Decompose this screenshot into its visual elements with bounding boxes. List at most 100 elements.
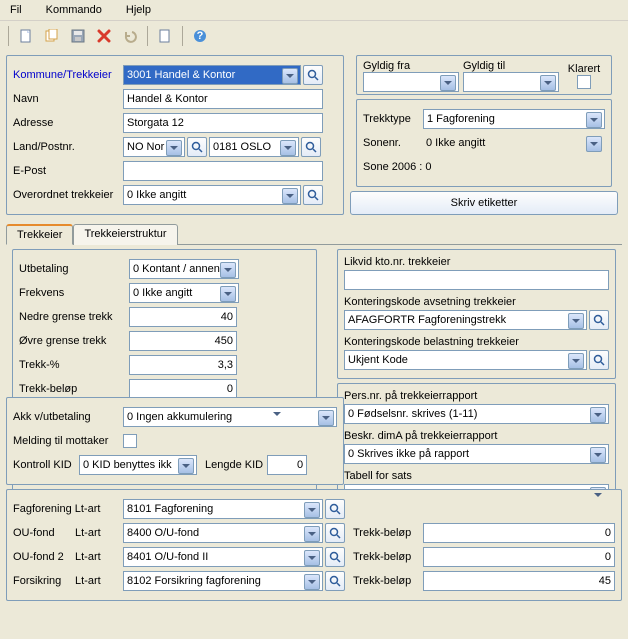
new-doc-icon[interactable] bbox=[15, 25, 37, 47]
gyldig-til-label: Gyldig til bbox=[463, 60, 559, 72]
trekk3-label: Trekk-beløp bbox=[353, 575, 423, 587]
lt-label: Lt-art bbox=[75, 551, 123, 563]
svg-text:?: ? bbox=[197, 30, 204, 42]
lengde-input[interactable] bbox=[267, 455, 307, 475]
search-icon[interactable] bbox=[325, 547, 345, 567]
sone-text: Sone 2006 : 0 bbox=[363, 161, 432, 173]
search-icon[interactable] bbox=[325, 571, 345, 591]
search-icon[interactable] bbox=[589, 310, 609, 330]
lengde-label: Lengde KID bbox=[205, 459, 263, 471]
search-icon[interactable] bbox=[303, 65, 323, 85]
menu-hjelp[interactable]: Hjelp bbox=[122, 2, 155, 18]
beskr-label: Beskr. dimA på trekkeierrapport bbox=[344, 430, 609, 442]
lt-label: Lt-art bbox=[75, 527, 123, 539]
trekktype-label: Trekktype bbox=[363, 113, 423, 125]
overordnet-select[interactable] bbox=[123, 185, 301, 205]
panel-gyldig: Gyldig fra Gyldig til Klarert bbox=[356, 55, 612, 95]
kommune-select[interactable] bbox=[123, 65, 301, 85]
gyldig-fra-input[interactable] bbox=[363, 72, 459, 92]
kont1-select[interactable] bbox=[344, 310, 587, 330]
lt-label: Lt-art bbox=[75, 575, 123, 587]
land-select[interactable] bbox=[123, 137, 185, 157]
akk-label: Akk v/utbetaling bbox=[13, 411, 123, 423]
klarert-label: Klarert bbox=[563, 63, 605, 75]
navn-input[interactable] bbox=[123, 89, 323, 109]
epost-label: E-Post bbox=[13, 165, 123, 177]
search-icon[interactable] bbox=[301, 137, 321, 157]
nedre-input[interactable] bbox=[129, 307, 237, 327]
adresse-input[interactable] bbox=[123, 113, 323, 133]
fors-select[interactable] bbox=[123, 571, 323, 591]
menu-fil[interactable]: Fil bbox=[6, 2, 26, 18]
ovre-label: Øvre grense trekk bbox=[19, 335, 129, 347]
adresse-label: Adresse bbox=[13, 117, 123, 129]
utbetaling-select[interactable] bbox=[129, 259, 239, 279]
search-icon[interactable] bbox=[325, 523, 345, 543]
search-icon[interactable] bbox=[187, 137, 207, 157]
kid-label: Kontroll KID bbox=[13, 459, 79, 471]
klarert-checkbox[interactable] bbox=[577, 75, 591, 89]
trekk1-input[interactable] bbox=[423, 523, 615, 543]
akk-select[interactable] bbox=[123, 407, 337, 427]
blank-doc-icon[interactable] bbox=[154, 25, 176, 47]
save-icon[interactable] bbox=[67, 25, 89, 47]
search-icon[interactable] bbox=[325, 499, 345, 519]
meld-label: Melding til mottaker bbox=[13, 435, 123, 447]
menu-kommando[interactable]: Kommando bbox=[42, 2, 106, 18]
panel-kommune: Kommune/Trekkeier Navn Adresse Land/Post… bbox=[6, 55, 344, 215]
separator bbox=[182, 26, 183, 46]
menubar: Fil Kommando Hjelp bbox=[0, 0, 628, 21]
separator bbox=[8, 26, 9, 46]
meld-checkbox[interactable] bbox=[123, 434, 137, 448]
panel-likvid: Likvid kto.nr. trekkeier Konteringskode … bbox=[337, 249, 616, 379]
postnr-select[interactable] bbox=[209, 137, 299, 157]
sonenr-label: Sonenr. bbox=[363, 137, 423, 149]
trekkp-input[interactable] bbox=[129, 355, 237, 375]
tab-trekkeierstruktur[interactable]: Trekkeierstruktur bbox=[73, 224, 177, 245]
trekkb-input[interactable] bbox=[129, 379, 237, 399]
separator bbox=[147, 26, 148, 46]
ou2-select[interactable] bbox=[123, 547, 323, 567]
beskr-select[interactable] bbox=[344, 444, 609, 464]
nedre-label: Nedre grense trekk bbox=[19, 311, 129, 323]
kont2-select[interactable] bbox=[344, 350, 587, 370]
epost-input[interactable] bbox=[123, 161, 323, 181]
pers-label: Pers.nr. på trekkeierrapport bbox=[344, 390, 609, 402]
fag-label: Fagforening Lt-art bbox=[13, 503, 123, 515]
trekktype-select[interactable] bbox=[423, 109, 605, 129]
trekk3-input[interactable] bbox=[423, 571, 615, 591]
gyldig-til-input[interactable] bbox=[463, 72, 559, 92]
panel-ltart: Fagforening Lt-art OU-fond Lt-art OU-fon… bbox=[6, 489, 622, 601]
fors-label: Forsikring bbox=[13, 575, 75, 587]
tabstrip: Trekkeier Trekkeierstruktur bbox=[6, 223, 622, 245]
delete-icon[interactable] bbox=[93, 25, 115, 47]
panel-akk: Akk v/utbetaling Melding til mottaker Ko… bbox=[6, 397, 344, 485]
gyldig-fra-label: Gyldig fra bbox=[363, 60, 459, 72]
undo-icon[interactable] bbox=[119, 25, 141, 47]
skriv-etiketter-button[interactable]: Skriv etiketter bbox=[350, 191, 618, 215]
pers-select[interactable] bbox=[344, 404, 609, 424]
ovre-input[interactable] bbox=[129, 331, 237, 351]
overordnet-label: Overordnet trekkeier bbox=[13, 189, 123, 201]
ou1-select[interactable] bbox=[123, 523, 323, 543]
kont2-label: Konteringskode belastning trekkeier bbox=[344, 336, 609, 348]
trekk1-label: Trekk-beløp bbox=[353, 527, 423, 539]
kont1-label: Konteringskode avsetning trekkeier bbox=[344, 296, 609, 308]
trekk2-input[interactable] bbox=[423, 547, 615, 567]
tab-trekkeier[interactable]: Trekkeier bbox=[6, 224, 73, 245]
help-icon[interactable]: ? bbox=[189, 25, 211, 47]
kommune-label: Kommune/Trekkeier bbox=[13, 69, 123, 81]
fag-select[interactable] bbox=[123, 499, 323, 519]
likvid-label: Likvid kto.nr. trekkeier bbox=[344, 256, 609, 268]
frekvens-select[interactable] bbox=[129, 283, 239, 303]
panel-trekktype: Trekktype Sonenr. Sone 2006 : 0 bbox=[356, 99, 612, 187]
sonenr-value bbox=[423, 133, 605, 153]
kid-select[interactable] bbox=[79, 455, 197, 475]
land-label: Land/Postnr. bbox=[13, 141, 123, 153]
trekkb-label: Trekk-beløp bbox=[19, 383, 129, 395]
search-icon[interactable] bbox=[589, 350, 609, 370]
search-icon[interactable] bbox=[303, 185, 323, 205]
copy-doc-icon[interactable] bbox=[41, 25, 63, 47]
frekvens-label: Frekvens bbox=[19, 287, 129, 299]
likvid-input[interactable] bbox=[344, 270, 609, 290]
